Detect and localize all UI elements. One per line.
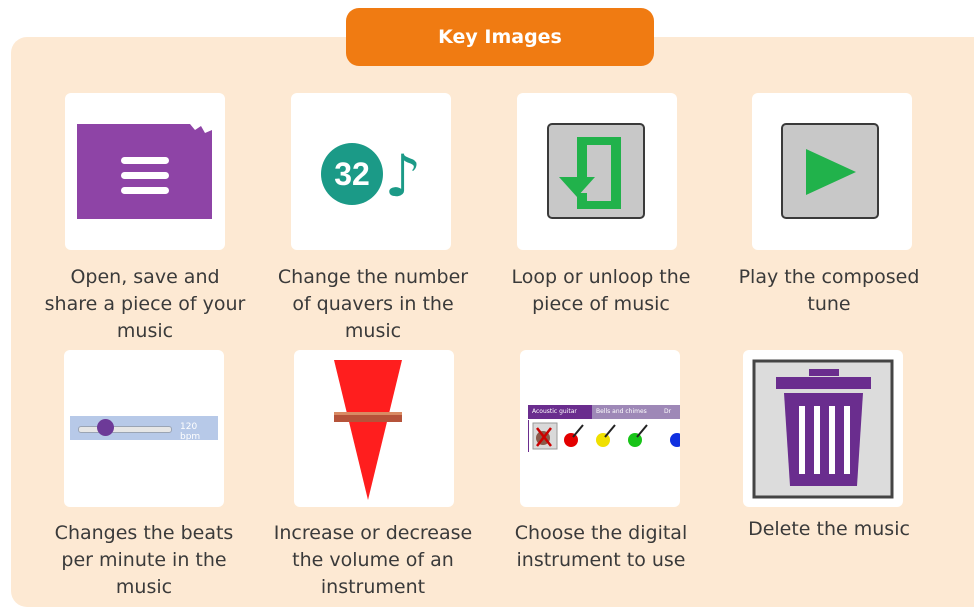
menu-document-icon (77, 124, 212, 219)
delete-tile (743, 350, 903, 507)
play-tile (752, 93, 912, 250)
instrument-tab-active: Acoustic guitar (528, 405, 592, 419)
instrument-tile: Acoustic guitar Bells and chimes Dr (520, 350, 680, 507)
volume-caption: Increase or decrease the volume of an in… (273, 522, 473, 598)
tempo-slider-icon: 120 bpm (70, 416, 218, 442)
quaver-count-tile: 32 ♪ (291, 93, 451, 250)
volume-tile (294, 350, 454, 507)
quaver-count-icon: 32 ♪ (321, 142, 422, 210)
instrument-caption: Choose the digital instrument to use (514, 522, 688, 571)
page-title: Key Images (346, 8, 654, 66)
instrument-tab: Dr (660, 405, 680, 419)
instrument-row (528, 420, 680, 452)
play-icon (781, 123, 879, 219)
volume-icon (334, 360, 402, 500)
instrument-tab: Bells and chimes (592, 405, 660, 419)
open-save-share-caption: Open, save and share a piece of your mus… (44, 266, 246, 342)
tempo-slider-knob (97, 419, 115, 436)
loop-caption: Loop or unloop the piece of music (511, 266, 691, 315)
tempo-caption: Changes the beats per minute in the musi… (54, 522, 234, 598)
trash-icon (752, 359, 894, 499)
quaver-count-caption: Change the number of quavers in the musi… (277, 266, 469, 342)
quaver-count-badge: 32 (334, 156, 370, 192)
tempo-tile: 120 bpm (64, 350, 224, 507)
guitar-icons (532, 422, 680, 450)
instrument-tabs: Acoustic guitar Bells and chimes Dr (528, 405, 680, 419)
play-caption: Play the composed tune (738, 266, 920, 315)
loop-icon (547, 123, 645, 219)
delete-caption: Delete the music (748, 518, 910, 540)
tempo-bpm-label: 120 bpm (180, 422, 201, 442)
loop-tile (517, 93, 677, 250)
open-save-share-tile (65, 93, 225, 250)
quaver-note-glyph: ♪ (384, 142, 421, 210)
tempo-slider-track (78, 426, 172, 433)
